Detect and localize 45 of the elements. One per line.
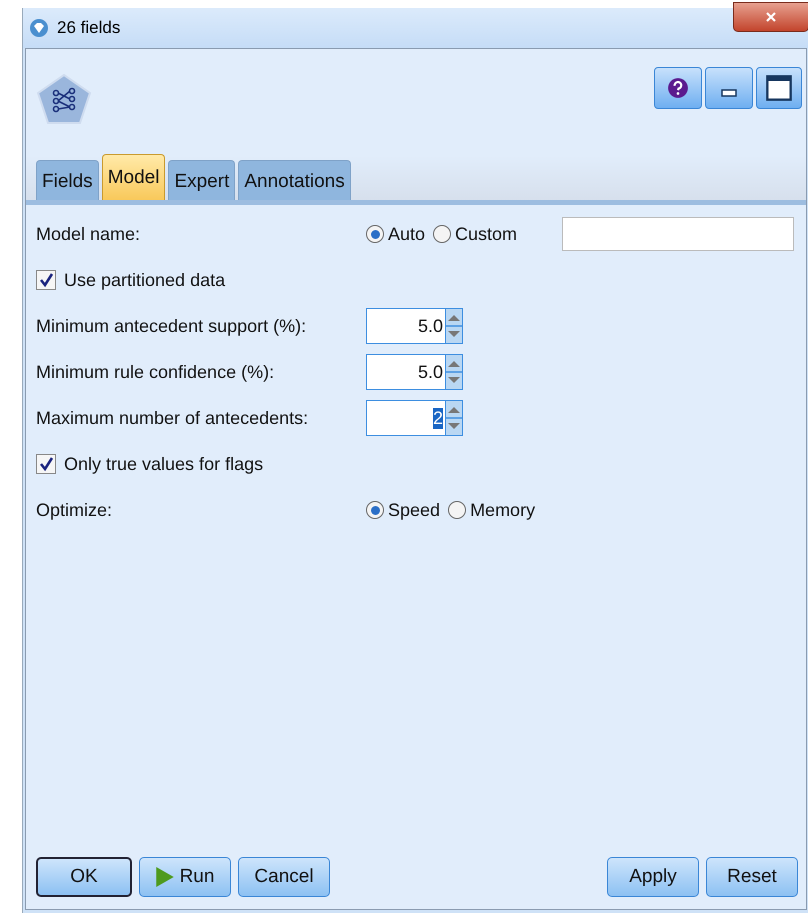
optimize-label: Optimize: [36, 500, 114, 520]
checkbox-label: Only true values for flags [64, 454, 264, 474]
maximize-icon [765, 74, 793, 102]
spinner-label: Maximum number of antecedents: [36, 408, 310, 428]
tab[interactable]: Fields [36, 160, 99, 200]
radio-label: Speed [388, 500, 440, 520]
radio-label: Auto [388, 224, 426, 244]
checkbox[interactable] [36, 454, 56, 474]
number-spinner[interactable]: 5.0 [366, 308, 463, 344]
radio-button[interactable] [366, 225, 384, 243]
maximize-button[interactable] [756, 67, 802, 109]
gem-icon [29, 18, 49, 38]
radio-label: Custom [455, 224, 518, 244]
tab[interactable]: Model [102, 154, 166, 200]
play-icon [156, 867, 174, 887]
close-icon [765, 11, 777, 23]
model-name-label: Model name: [36, 224, 142, 244]
minimize-icon [721, 89, 737, 97]
checkbox[interactable] [36, 270, 56, 290]
pentagon-node-icon [36, 73, 92, 125]
tab[interactable]: Expert [168, 160, 236, 200]
minimize-button[interactable] [705, 67, 753, 109]
run-button[interactable]: Run [139, 857, 231, 897]
close-button[interactable] [733, 2, 808, 32]
radio-button[interactable] [366, 501, 384, 519]
spinner-value: 2 [432, 408, 443, 428]
model-name-field[interactable] [562, 217, 794, 251]
spinner-value: 5.0 [418, 316, 443, 336]
spinner-label: Minimum antecedent support (%): [36, 316, 308, 336]
radio-button[interactable] [448, 501, 466, 519]
spinner-label: Minimum rule confidence (%): [36, 362, 276, 382]
number-spinner[interactable]: 2 [366, 400, 463, 436]
dialog-button[interactable]: OK [36, 857, 132, 897]
dialog-button[interactable]: Reset [706, 857, 798, 897]
help-icon [667, 77, 689, 99]
help-button[interactable] [654, 67, 702, 109]
checkbox-label: Use partitioned data [64, 270, 226, 290]
radio-label: Memory [470, 500, 536, 520]
tab[interactable]: Annotations [238, 160, 351, 200]
number-spinner[interactable]: 5.0 [366, 354, 463, 390]
radio-button[interactable] [433, 225, 452, 243]
window-title: 26 fields [57, 18, 120, 38]
dialog-button[interactable]: Apply [607, 857, 699, 897]
dialog-button[interactable]: Cancel [238, 857, 330, 897]
spinner-value: 5.0 [418, 362, 443, 382]
